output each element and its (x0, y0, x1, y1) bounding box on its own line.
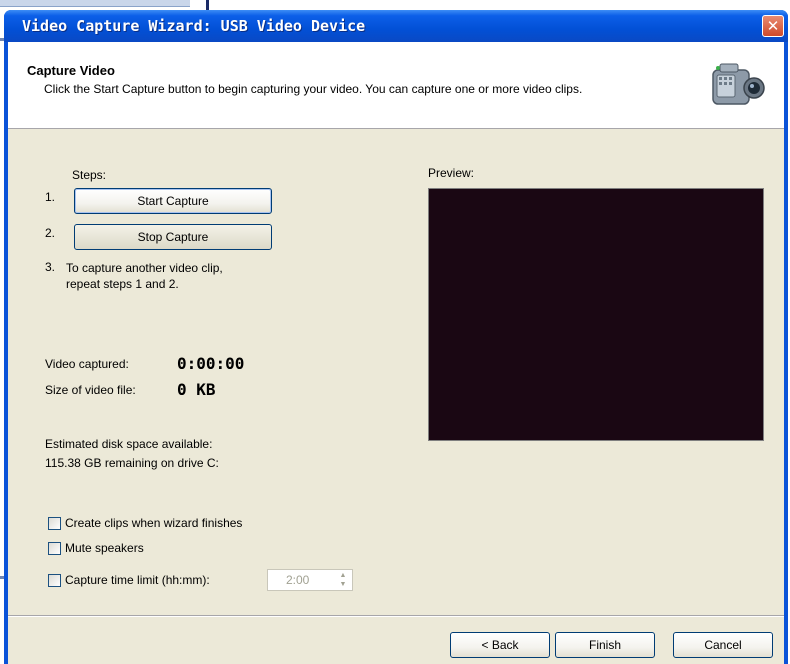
time-limit-option[interactable]: Capture time limit (hh:mm): (48, 571, 210, 589)
step-3-instructions: To capture another video clip, repeat st… (66, 260, 223, 292)
time-limit-value[interactable]: 2:00 (286, 573, 309, 587)
close-icon: ✕ (766, 17, 780, 35)
create-clips-checkbox[interactable] (48, 516, 61, 530)
disk-space-label: Estimated disk space available: (45, 437, 213, 451)
step-2-number: 2. (45, 226, 56, 240)
dialog-client-area: Capture Video Click the Start Capture bu… (8, 42, 784, 664)
create-clips-option[interactable]: Create clips when wizard finishes (48, 514, 242, 532)
stop-capture-button[interactable]: Stop Capture (74, 224, 272, 250)
video-captured-label: Video captured: (45, 357, 129, 371)
background-app-strip (0, 0, 790, 10)
create-clips-label: Create clips when wizard finishes (65, 516, 243, 530)
wizard-window: Video Capture Wizard: USB Video Device ✕… (4, 10, 788, 664)
steps-heading: Steps: (72, 168, 107, 182)
disk-space-value: 115.38 GB remaining on drive C: (45, 456, 219, 470)
cancel-button[interactable]: Cancel (673, 632, 773, 658)
time-limit-spinner[interactable]: 2:00 ▲ ▼ (267, 569, 353, 591)
page-description: Click the Start Capture button to begin … (44, 82, 583, 96)
start-capture-button[interactable]: Start Capture (74, 188, 272, 214)
background-toolbar (0, 0, 190, 7)
spinner-arrows-icon[interactable]: ▲ ▼ (336, 571, 350, 589)
video-camera-icon (712, 63, 765, 105)
video-preview (428, 188, 764, 441)
step-3-number: 3. (45, 260, 56, 274)
footer-divider (8, 615, 784, 617)
mute-speakers-label: Mute speakers (65, 541, 144, 555)
video-captured-value: 0:00:00 (177, 354, 245, 373)
step-3-line-1: To capture another video clip, (66, 261, 223, 275)
step-1-number: 1. (45, 190, 56, 204)
title-bar[interactable]: Video Capture Wizard: USB Video Device ✕ (4, 10, 788, 42)
step-3-line-2: repeat steps 1 and 2. (66, 277, 179, 291)
wizard-header: Capture Video Click the Start Capture bu… (8, 42, 784, 129)
window-title: Video Capture Wizard: USB Video Device (22, 17, 366, 35)
time-limit-label: Capture time limit (hh:mm): (65, 573, 210, 587)
file-size-value: 0 KB (177, 380, 216, 399)
finish-button[interactable]: Finish (555, 632, 655, 658)
file-size-label: Size of video file: (45, 383, 136, 397)
mute-speakers-checkbox[interactable] (48, 541, 61, 555)
back-button[interactable]: < Back (450, 632, 550, 658)
preview-label: Preview: (428, 166, 475, 180)
time-limit-checkbox[interactable] (48, 573, 61, 587)
close-button[interactable]: ✕ (762, 15, 784, 37)
page-title: Capture Video (27, 63, 115, 78)
mute-speakers-option[interactable]: Mute speakers (48, 539, 144, 557)
background-divider (206, 0, 209, 10)
